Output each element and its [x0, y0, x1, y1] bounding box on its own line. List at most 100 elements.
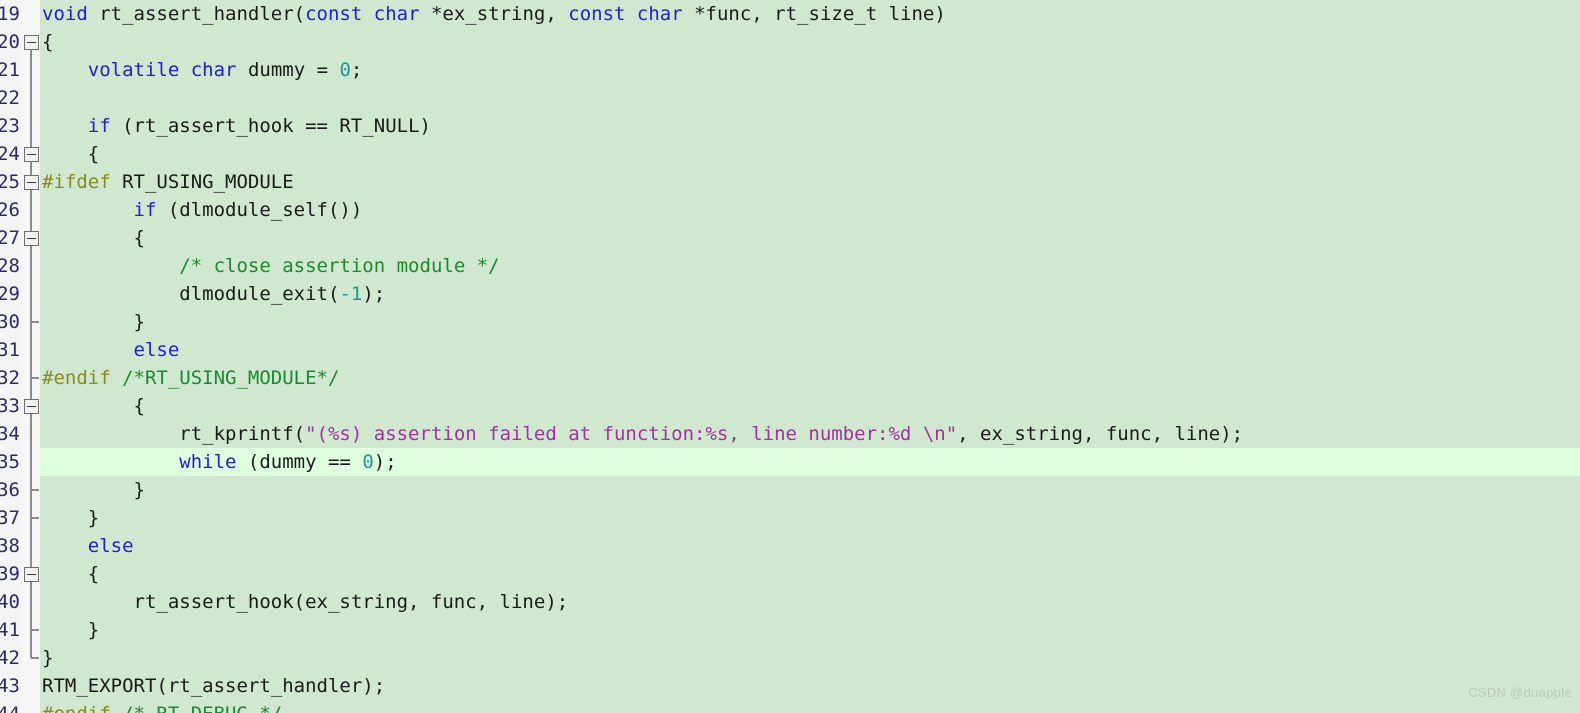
- code-line[interactable]: {: [40, 28, 1580, 56]
- code-line[interactable]: }: [40, 504, 1580, 532]
- line-number: 35: [0, 451, 20, 473]
- code-line[interactable]: #ifdef RT_USING_MODULE: [40, 168, 1580, 196]
- code-token-id: (dummy ==: [236, 451, 363, 473]
- code-token-id: rt_kprintf(: [42, 423, 306, 445]
- code-line[interactable]: rt_kprintf("(%s) assertion failed at fun…: [40, 420, 1580, 448]
- fold-branch-tick: [31, 489, 39, 491]
- code-token-kw: const: [568, 3, 626, 25]
- code-token-id: }: [42, 507, 100, 529]
- code-line[interactable]: {: [40, 392, 1580, 420]
- code-token-kw: if: [133, 199, 157, 221]
- fold-collapse-box[interactable]: [24, 147, 39, 162]
- code-token-id: [42, 59, 88, 81]
- code-token-id: {: [42, 563, 100, 585]
- code-token-id: {: [42, 227, 145, 249]
- code-line[interactable]: void rt_assert_handler(const char *ex_st…: [40, 0, 1580, 28]
- fold-collapse-box[interactable]: [24, 231, 39, 246]
- code-token-id: );: [373, 451, 397, 473]
- code-token-id: [179, 59, 190, 81]
- code-token-id: [111, 703, 122, 713]
- code-line[interactable]: RTM_EXPORT(rt_assert_handler);: [40, 672, 1580, 700]
- code-line[interactable]: else: [40, 532, 1580, 560]
- watermark-label: CSDN @duapple: [1468, 685, 1572, 700]
- code-line[interactable]: if (dlmodule_self()): [40, 196, 1580, 224]
- code-token-id: }: [42, 619, 100, 641]
- line-number: 44: [0, 700, 22, 713]
- line-number: 42: [0, 647, 20, 669]
- line-number: 24: [0, 143, 20, 165]
- code-token-id: [625, 3, 636, 25]
- code-token-id: ;: [350, 59, 363, 81]
- code-line[interactable]: /* close assertion module */: [40, 252, 1580, 280]
- code-token-num: 0: [362, 451, 374, 473]
- code-line[interactable]: }: [40, 616, 1580, 644]
- code-line[interactable]: dlmodule_exit(-1);: [40, 280, 1580, 308]
- code-token-id: dummy =: [236, 59, 340, 81]
- code-token-num: 0: [339, 59, 351, 81]
- code-token-kw: void: [42, 3, 88, 25]
- code-line[interactable]: volatile char dummy = 0;: [40, 56, 1580, 84]
- line-number: 34: [0, 423, 20, 445]
- code-token-id: (dlmodule_self()): [156, 199, 363, 221]
- code-token-id: rt_assert_handler(: [87, 3, 306, 25]
- fold-branch-tick: [31, 377, 39, 379]
- code-token-pp: #endif: [42, 703, 111, 713]
- code-line-current[interactable]: while (dummy == 0);: [40, 448, 1580, 476]
- code-line[interactable]: else: [40, 336, 1580, 364]
- code-line[interactable]: {: [40, 560, 1580, 588]
- code-token-id: RTM_EXPORT(rt_assert_handler);: [42, 675, 386, 697]
- code-token-cmt: /*RT_USING_MODULE*/: [122, 367, 340, 389]
- line-number: 19: [0, 3, 20, 25]
- line-number: 33: [0, 395, 20, 417]
- code-token-id: , ex_string, func, line);: [957, 423, 1244, 445]
- code-content-area[interactable]: void rt_assert_handler(const char *ex_st…: [40, 0, 1580, 713]
- code-token-id: (rt_assert_hook == RT_NULL): [110, 115, 431, 137]
- code-line[interactable]: {: [40, 140, 1580, 168]
- code-token-id: }: [42, 647, 54, 669]
- code-folding-gutter[interactable]: [22, 0, 40, 713]
- line-number: 29: [0, 283, 20, 305]
- line-number: 31: [0, 339, 20, 361]
- code-token-id: {: [42, 31, 54, 53]
- code-line[interactable]: if (rt_assert_hook == RT_NULL): [40, 112, 1580, 140]
- code-token-kw: while: [179, 451, 237, 473]
- code-line[interactable]: #endif /* RT_DEBUG */: [40, 700, 1580, 713]
- code-line[interactable]: {: [40, 224, 1580, 252]
- fold-collapse-box[interactable]: [24, 35, 39, 50]
- line-number: 26: [0, 199, 20, 221]
- code-token-id: [42, 255, 179, 277]
- line-number: 21: [0, 59, 20, 81]
- code-token-id: [42, 535, 88, 557]
- line-number: 37: [0, 507, 20, 529]
- fold-branch-tick: [31, 517, 39, 519]
- code-token-kw: char: [636, 3, 683, 25]
- line-number: 41: [0, 619, 20, 641]
- code-line[interactable]: }: [40, 644, 1580, 672]
- code-line[interactable]: rt_assert_hook(ex_string, func, line);: [40, 588, 1580, 616]
- code-line[interactable]: #endif /*RT_USING_MODULE*/: [40, 364, 1580, 392]
- fold-collapse-box[interactable]: [24, 567, 39, 582]
- code-token-id: {: [42, 395, 145, 417]
- code-token-id: [42, 339, 134, 361]
- code-editor[interactable]: 19 20 21 22 23 24 25 26 27 28 29 30 31 32 33 34 35 36 37 38…: [0, 0, 1580, 713]
- code-line[interactable]: }: [40, 308, 1580, 336]
- code-line[interactable]: [40, 84, 1580, 112]
- code-line[interactable]: }: [40, 476, 1580, 504]
- code-token-cmt: /* RT_DEBUG */: [122, 703, 282, 713]
- fold-collapse-box[interactable]: [24, 175, 39, 190]
- code-token-kw: const: [305, 3, 363, 25]
- code-token-num: -1: [339, 283, 363, 305]
- code-token-id: [111, 367, 122, 389]
- code-token-id: );: [362, 283, 386, 305]
- line-number-gutter: 19 20 21 22 23 24 25 26 27 28 29 30 31 32 33 34 35 36 37 38…: [0, 0, 22, 713]
- code-token-id: }: [42, 311, 145, 333]
- fold-branch-tick: [31, 629, 39, 631]
- line-number: 25: [0, 171, 20, 193]
- line-number: 40: [0, 591, 20, 613]
- fold-branch-tick: [31, 321, 39, 323]
- code-token-kw: volatile: [87, 59, 180, 81]
- fold-tree-line: [30, 42, 32, 658]
- fold-collapse-box[interactable]: [24, 399, 39, 414]
- code-token-kw: else: [87, 535, 134, 557]
- code-token-id: RT_USING_MODULE: [110, 171, 294, 193]
